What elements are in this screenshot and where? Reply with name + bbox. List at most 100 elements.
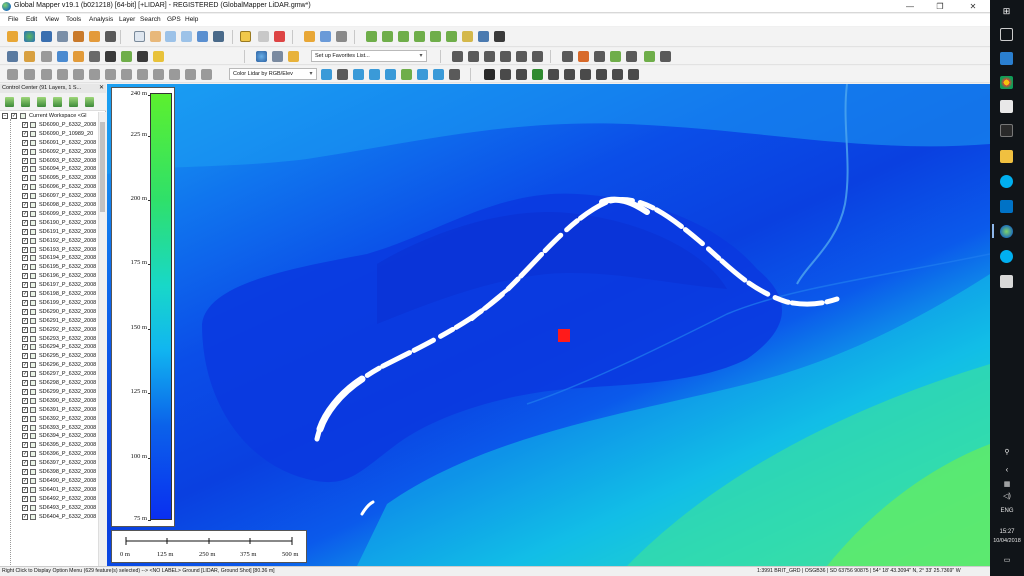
search-icon[interactable] xyxy=(336,31,347,42)
layer-checkbox[interactable]: ✓ xyxy=(22,210,28,217)
layer-checkbox[interactable]: ✓ xyxy=(22,495,28,502)
terrain-icon[interactable] xyxy=(366,31,377,42)
water-drop-icon[interactable] xyxy=(596,69,607,80)
lidar-ground-icon[interactable] xyxy=(401,69,412,80)
chrome-icon[interactable] xyxy=(1000,76,1013,89)
layer-item[interactable]: ✓ SD6299_P_6332_2008 xyxy=(0,388,98,397)
layer-item[interactable]: ✓ SD6293_P_6332_2008 xyxy=(0,335,98,344)
menu-tools[interactable]: Tools xyxy=(66,16,81,23)
mail-icon[interactable] xyxy=(1000,100,1013,113)
layer-item[interactable]: ✓ SD6099_P_6332_2008 xyxy=(0,210,98,219)
select-vertex-icon[interactable] xyxy=(105,69,116,80)
layer-checkbox[interactable]: ✓ xyxy=(22,486,28,493)
lidar-stats-icon[interactable] xyxy=(417,69,428,80)
search-app-icon[interactable] xyxy=(1000,124,1013,137)
menu-file[interactable]: File xyxy=(8,16,18,23)
layer-item[interactable]: ✓ SD6092_P_6332_2008 xyxy=(0,148,98,157)
layer-checkbox[interactable]: ✓ xyxy=(22,148,28,155)
layer-checkbox[interactable]: ✓ xyxy=(22,424,28,431)
layer-item[interactable]: ✓ SD6294_P_6332_2008 xyxy=(0,343,98,352)
layer-item[interactable]: ✓ SD6395_P_6332_2008 xyxy=(0,441,98,450)
menu-view[interactable]: View xyxy=(45,16,59,23)
layer-item[interactable]: ✓ SD6396_P_6332_2008 xyxy=(0,450,98,459)
task-view-icon[interactable] xyxy=(1000,28,1013,41)
layer-top-icon[interactable] xyxy=(53,97,62,107)
line-icon[interactable] xyxy=(201,69,212,80)
people-icon[interactable]: ⚲ xyxy=(990,448,1024,456)
layer-item[interactable]: ✓ SD6291_P_6332_2008 xyxy=(0,317,98,326)
layer-item[interactable]: ✓ SD6296_P_6332_2008 xyxy=(0,361,98,370)
peak-icon[interactable] xyxy=(500,69,511,80)
layer-item[interactable]: ✓ SD6198_P_6332_2008 xyxy=(0,290,98,299)
layer-item[interactable]: ✓ SD6097_P_6332_2008 xyxy=(0,192,98,201)
layer-checkbox[interactable]: ✓ xyxy=(22,326,28,333)
layer-item[interactable]: ✓ SD6392_P_6332_2008 xyxy=(0,415,98,424)
minimize-button[interactable]: — xyxy=(895,0,925,13)
favorites-star-icon[interactable] xyxy=(288,51,299,62)
open-folder-icon[interactable] xyxy=(7,31,18,42)
view-shed-icon[interactable] xyxy=(430,31,441,42)
notifications-icon[interactable]: ▭ xyxy=(990,556,1024,564)
menu-analysis[interactable]: Analysis xyxy=(89,16,113,23)
expand-toggle-icon[interactable]: − xyxy=(2,113,8,119)
layer-item[interactable]: ✓ SD6493_P_6332_2008 xyxy=(0,504,98,513)
mesh-icon[interactable] xyxy=(137,51,148,62)
layer-item[interactable]: ✓ SD6390_P_6332_2008 xyxy=(0,397,98,406)
layer-checkbox[interactable]: ✓ xyxy=(22,193,28,200)
layer-close-icon[interactable] xyxy=(85,97,94,107)
ruler-icon[interactable] xyxy=(304,31,315,42)
zoom-in-icon[interactable] xyxy=(165,31,176,42)
layer-list-scrollbar[interactable] xyxy=(98,112,106,566)
layer-checkbox[interactable]: ✓ xyxy=(22,237,28,244)
layer-checkbox[interactable]: ✓ xyxy=(22,380,28,386)
layer-checkbox[interactable]: ✓ xyxy=(22,130,28,137)
menu-edit[interactable]: Edit xyxy=(26,16,37,23)
lidar-profile-icon[interactable] xyxy=(369,69,380,80)
layer-item[interactable]: ✓ SD6191_P_6332_2008 xyxy=(0,228,98,237)
layer-item[interactable]: ✓ SD6190_P_6332_2008 xyxy=(0,219,98,228)
rotate-icon[interactable] xyxy=(24,69,35,80)
close-button[interactable]: ✕ xyxy=(958,0,988,13)
menu-help[interactable]: Help xyxy=(185,16,198,23)
3d-view-icon[interactable] xyxy=(57,51,68,62)
layer-item[interactable]: ✓ SD6295_P_6332_2008 xyxy=(0,352,98,361)
chevron-left-icon[interactable]: ‹ xyxy=(990,465,1024,474)
layer-checkbox[interactable]: ✓ xyxy=(22,433,28,440)
print-icon[interactable] xyxy=(57,31,68,42)
layer-checkbox[interactable]: ✓ xyxy=(22,442,28,449)
align-icon[interactable] xyxy=(121,69,132,80)
overview-icon[interactable] xyxy=(7,51,18,62)
key-icon[interactable] xyxy=(628,69,639,80)
cross-icon[interactable] xyxy=(153,69,164,80)
cut-fill-icon[interactable] xyxy=(105,51,116,62)
measure-icon[interactable] xyxy=(258,31,269,42)
layer-item[interactable]: ✓ SD6397_P_6332_2008 xyxy=(0,459,98,468)
vertex-add-icon[interactable] xyxy=(562,51,573,62)
layer-checkbox[interactable]: ✓ xyxy=(22,166,28,173)
skype-business-icon[interactable] xyxy=(1000,250,1013,263)
layer-checkbox[interactable]: ✓ xyxy=(22,121,28,128)
building-icon[interactable] xyxy=(548,69,559,80)
terrain-shade-icon[interactable] xyxy=(484,69,495,80)
layer-up-icon[interactable] xyxy=(21,97,30,107)
surface-icon[interactable] xyxy=(516,69,527,80)
file-explorer-icon[interactable] xyxy=(1000,150,1013,163)
menu-layer[interactable]: Layer xyxy=(119,16,135,23)
layer-checkbox[interactable]: ✓ xyxy=(22,362,28,369)
edge-icon[interactable] xyxy=(1000,52,1013,65)
capture-icon[interactable] xyxy=(153,51,164,62)
volume-icon[interactable]: ◁) xyxy=(990,492,1024,500)
select-icon[interactable] xyxy=(134,31,145,42)
layer-checkbox[interactable]: ✓ xyxy=(22,477,28,484)
layer-item[interactable]: ✓ SD6197_P_6332_2008 xyxy=(0,281,98,290)
favorites-combo[interactable]: Set up Favorites List... ▾ xyxy=(311,50,427,62)
target-icon[interactable] xyxy=(578,51,589,62)
attribute-icon[interactable] xyxy=(660,51,671,62)
scrollbar-thumb[interactable] xyxy=(100,122,105,212)
layer-options-icon[interactable] xyxy=(5,97,14,107)
layer-item[interactable]: ✓ SD6297_P_6332_2008 xyxy=(0,370,98,379)
menu-gps[interactable]: GPS xyxy=(167,16,181,23)
edit-vertex-icon[interactable] xyxy=(468,51,479,62)
windows-start-icon[interactable]: ⊞ xyxy=(1000,6,1013,19)
info-icon[interactable] xyxy=(320,31,331,42)
